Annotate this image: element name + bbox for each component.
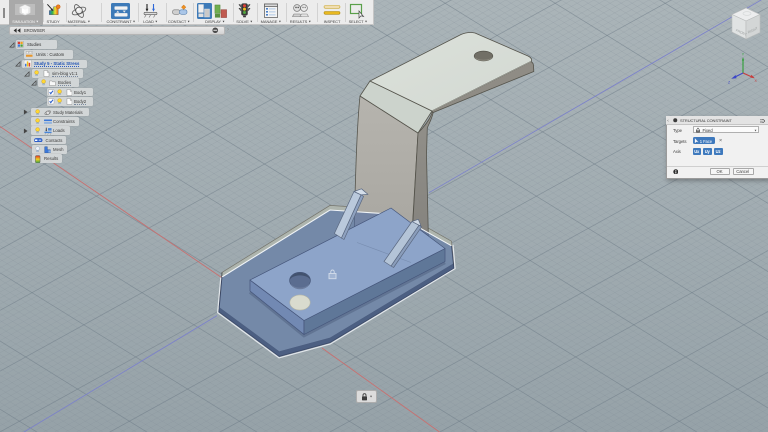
svg-text:Y: Y	[742, 53, 745, 57]
svg-text:X: X	[755, 79, 758, 83]
